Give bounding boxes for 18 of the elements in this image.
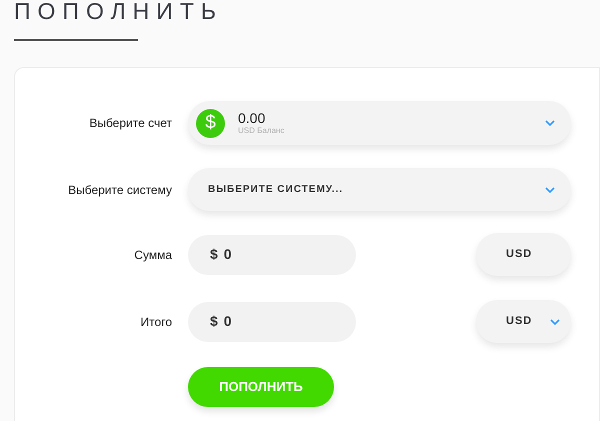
chevron-down-icon <box>545 186 555 192</box>
balance-caption: USD Баланс <box>238 126 284 136</box>
amount-field[interactable]: $ 0 <box>188 234 356 274</box>
page-title: ПОПОЛНИТЬ <box>14 0 223 24</box>
currency-select[interactable]: USD <box>476 233 571 276</box>
field-label: Выберите систему <box>68 182 172 198</box>
dollar-icon: $ <box>196 108 225 138</box>
select-placeholder: ВЫБЕРИТЕ СИСТЕМУ... <box>208 183 344 197</box>
amount-field[interactable]: $ 0 <box>188 302 356 342</box>
currency-select[interactable]: USD <box>476 300 571 343</box>
chevron-down-icon <box>545 120 555 126</box>
balance-amount: 0.00 <box>238 110 266 126</box>
system-select[interactable]: ВЫБЕРИТЕ СИСТЕМУ... <box>188 168 571 211</box>
account-select[interactable]: $ 0.00 USD Баланс <box>188 101 571 145</box>
field-label: Итого <box>140 314 172 330</box>
field-label: Сумма <box>134 246 172 264</box>
chevron-down-icon <box>550 318 560 324</box>
field-label: Выберите счет <box>89 115 172 132</box>
